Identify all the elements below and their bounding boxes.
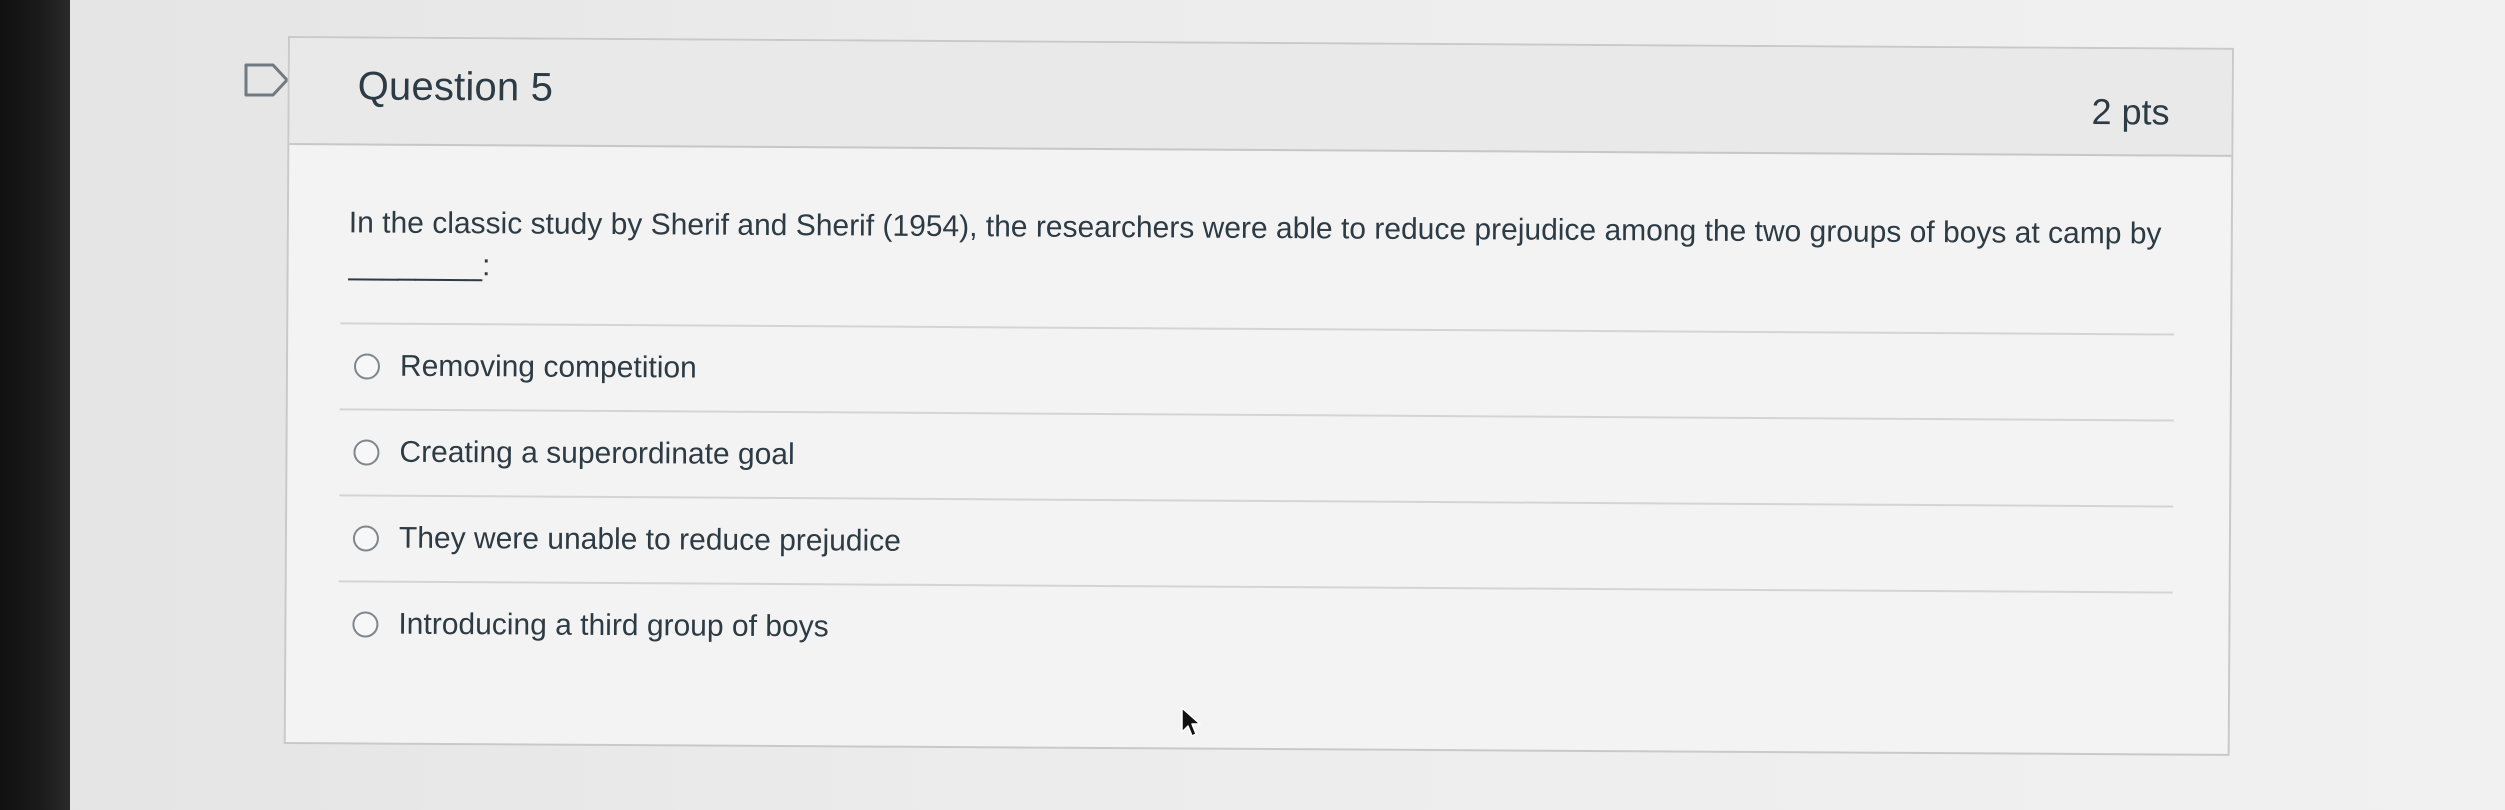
question-card: Question 5 2 pts In the classic study by…	[283, 36, 2234, 756]
answer-option[interactable]: Removing competition	[340, 324, 2174, 419]
answer-label: Removing competition	[399, 349, 697, 385]
answer-option[interactable]: They were unable to reduce prejudice	[339, 496, 2173, 591]
mouse-pointer-icon	[1181, 707, 1201, 737]
answer-list: Removing competition Creating a superord…	[338, 322, 2175, 677]
question-title: Question 5	[357, 64, 554, 110]
radio-button[interactable]	[353, 439, 380, 466]
answer-option[interactable]: Introducing a third group of boys	[338, 582, 2172, 677]
screen-bezel	[0, 0, 70, 810]
answer-option[interactable]: Creating a superordinate goal	[339, 410, 2173, 505]
question-header: Question 5 2 pts	[289, 38, 2232, 157]
question-points: 2 pts	[2091, 91, 2170, 133]
radio-button[interactable]	[353, 353, 381, 380]
answer-label: They were unable to reduce prejudice	[398, 521, 902, 558]
bookmark-flag-icon[interactable]	[243, 62, 291, 98]
answer-label: Introducing a third group of boys	[398, 607, 829, 644]
question-text: In the classic study by Sherif and Sheri…	[348, 206, 2162, 283]
radio-button[interactable]	[352, 525, 380, 552]
radio-button[interactable]	[352, 611, 379, 638]
answer-label: Creating a superordinate goal	[399, 435, 795, 472]
